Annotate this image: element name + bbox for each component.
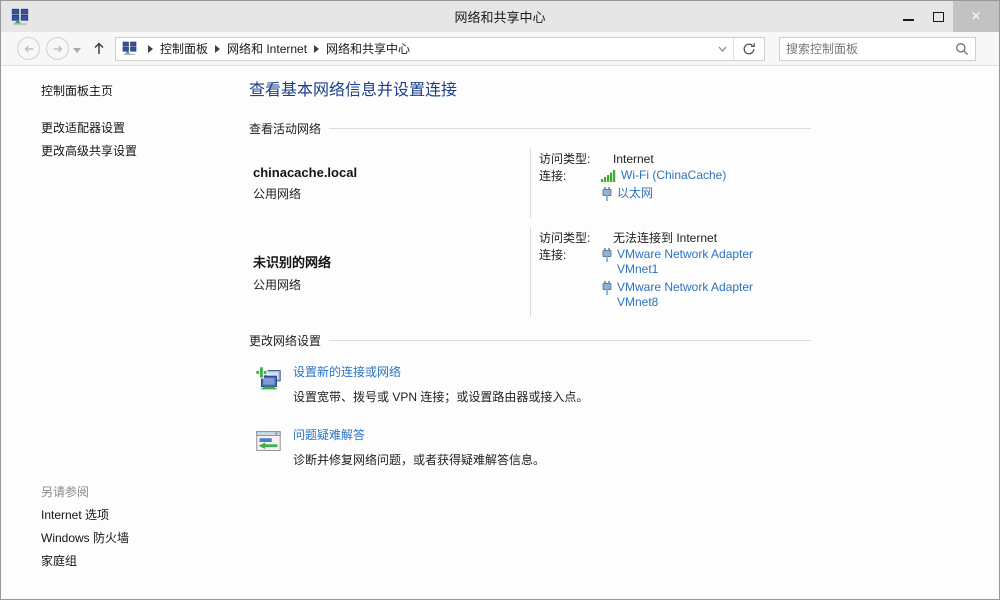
sidebar-item-homegroup[interactable]: 家庭组 xyxy=(41,550,239,573)
breadcrumb-arrow-icon xyxy=(314,45,319,53)
network-identity: chinacache.local 公用网络 xyxy=(249,148,530,218)
ethernet-icon xyxy=(601,187,613,202)
search-input[interactable] xyxy=(786,42,955,56)
minimize-button[interactable] xyxy=(893,1,923,32)
network-details: 访问类型: 无法连接到 Internet 连接: xyxy=(530,227,811,317)
sidebar: 控制面板主页 更改适配器设置 更改高级共享设置 另请参阅 Internet 选项… xyxy=(1,66,249,599)
ethernet-connection-link[interactable]: 以太网 xyxy=(617,186,653,201)
vmnet1-connection-link[interactable]: VMware Network Adapter VMnet1 xyxy=(617,247,777,277)
forward-arrow-icon xyxy=(51,42,65,56)
breadcrumb-item-network-internet[interactable]: 网络和 Internet xyxy=(227,40,307,57)
active-network-unidentified: 未识别的网络 公用网络 访问类型: 无法连接到 Internet 连接: xyxy=(249,227,811,317)
network-app-icon xyxy=(11,8,29,26)
see-also-title: 另请参阅 xyxy=(41,481,239,504)
network-location-icon xyxy=(122,41,137,56)
connections-label: 连接: xyxy=(539,168,601,202)
active-networks-section-title: 查看活动网络 xyxy=(249,120,321,137)
up-arrow-icon xyxy=(92,41,106,56)
search-box xyxy=(779,37,976,61)
connections-row: 连接: VMware Network Adapter VMnet1 xyxy=(539,247,811,310)
sidebar-item-change-advanced-sharing[interactable]: 更改高级共享设置 xyxy=(41,143,239,159)
troubleshoot-description: 诊断并修复网络问题，或者获得疑难解答信息。 xyxy=(293,451,545,468)
back-arrow-icon xyxy=(22,42,36,56)
maximize-icon xyxy=(933,12,944,22)
access-type-row: 访问类型: 无法连接到 Internet xyxy=(539,230,811,247)
ethernet-icon xyxy=(601,248,613,263)
change-settings-section-title: 更改网络设置 xyxy=(249,332,321,349)
connection-ethernet: 以太网 xyxy=(601,186,726,202)
task-troubleshoot: 问题疑难解答 诊断并修复网络问题，或者获得疑难解答信息。 xyxy=(253,427,811,468)
window-title: 网络和共享中心 xyxy=(1,7,999,26)
wifi-icon xyxy=(601,169,617,182)
connection-list: Wi-Fi (ChinaCache) 以太网 xyxy=(601,168,726,202)
breadcrumb-item-control-panel[interactable]: 控制面板 xyxy=(160,40,208,57)
new-connection-description: 设置宽带、拨号或 VPN 连接；或设置路由器或接入点。 xyxy=(293,388,588,405)
connection-vmnet8: VMware Network Adapter VMnet8 xyxy=(601,280,777,310)
sidebar-item-control-panel-home[interactable]: 控制面板主页 xyxy=(41,83,239,99)
sidebar-item-windows-firewall[interactable]: Windows 防火墙 xyxy=(41,527,239,550)
network-name: 未识别的网络 xyxy=(253,252,530,271)
refresh-icon xyxy=(742,42,756,56)
network-details: 访问类型: Internet 连接: xyxy=(530,148,811,218)
connections-row: 连接: Wi-Fi (ChinaCache) xyxy=(539,168,811,202)
change-settings-section-header: 更改网络设置 xyxy=(249,332,811,349)
wifi-connection-link[interactable]: Wi-Fi (ChinaCache) xyxy=(621,168,726,183)
see-also-section: 另请参阅 Internet 选项 Windows 防火墙 家庭组 xyxy=(41,481,239,573)
breadcrumb-arrow-icon xyxy=(215,45,220,53)
breadcrumb: 控制面板 网络和 Internet 网络和共享中心 xyxy=(141,40,711,57)
access-type-label: 访问类型: xyxy=(539,230,601,247)
access-type-label: 访问类型: xyxy=(539,151,601,168)
task-text: 设置新的连接或网络 设置宽带、拨号或 VPN 连接；或设置路由器或接入点。 xyxy=(293,364,588,405)
close-button[interactable]: × xyxy=(953,1,999,32)
address-bar[interactable]: 控制面板 网络和 Internet 网络和共享中心 xyxy=(115,37,765,61)
breadcrumb-item-network-sharing-center[interactable]: 网络和共享中心 xyxy=(326,40,410,57)
new-connection-link[interactable]: 设置新的连接或网络 xyxy=(293,365,588,380)
active-networks-section-header: 查看活动网络 xyxy=(249,120,811,137)
connection-wifi: Wi-Fi (ChinaCache) xyxy=(601,168,726,183)
network-sharing-center-window: 网络和共享中心 × xyxy=(0,0,1000,600)
task-text: 问题疑难解答 诊断并修复网络问题，或者获得疑难解答信息。 xyxy=(293,427,545,468)
window-controls: × xyxy=(893,1,999,32)
recent-pages-dropdown[interactable] xyxy=(73,40,81,58)
sidebar-item-internet-options[interactable]: Internet 选项 xyxy=(41,504,239,527)
connection-list: VMware Network Adapter VMnet1 VMware Net… xyxy=(601,247,777,310)
navigation-toolbar: 控制面板 网络和 Internet 网络和共享中心 xyxy=(1,32,999,66)
access-type-value: 无法连接到 Internet xyxy=(601,230,717,247)
refresh-button[interactable] xyxy=(734,38,764,60)
content-area: 控制面板主页 更改适配器设置 更改高级共享设置 另请参阅 Internet 选项… xyxy=(1,66,999,599)
troubleshoot-icon xyxy=(253,427,283,457)
active-network-chinacache: chinacache.local 公用网络 访问类型: Internet 连接: xyxy=(249,148,811,218)
chevron-down-icon xyxy=(73,48,81,53)
change-network-settings-section: 更改网络设置 设置新的连接或网络 设置宽带、 xyxy=(249,332,811,468)
new-connection-icon xyxy=(253,364,283,394)
network-type: 公用网络 xyxy=(253,276,530,293)
title-bar: 网络和共享中心 × xyxy=(1,1,999,32)
up-button[interactable] xyxy=(89,39,109,59)
address-dropdown-button[interactable] xyxy=(711,38,733,60)
main-panel: 查看基本网络信息并设置连接 查看活动网络 chinacache.local 公用… xyxy=(249,66,811,599)
breadcrumb-arrow-icon xyxy=(148,45,153,53)
network-identity: 未识别的网络 公用网络 xyxy=(249,227,530,317)
connections-label: 连接: xyxy=(539,247,601,310)
maximize-button[interactable] xyxy=(923,1,953,32)
task-new-connection: 设置新的连接或网络 设置宽带、拨号或 VPN 连接；或设置路由器或接入点。 xyxy=(253,364,811,405)
troubleshoot-link[interactable]: 问题疑难解答 xyxy=(293,428,545,443)
network-type: 公用网络 xyxy=(253,185,530,202)
section-divider xyxy=(329,340,811,341)
access-type-value: Internet xyxy=(601,151,654,168)
search-icon[interactable] xyxy=(955,42,969,56)
vmnet8-connection-link[interactable]: VMware Network Adapter VMnet8 xyxy=(617,280,777,310)
chevron-down-icon xyxy=(718,46,727,52)
section-divider xyxy=(329,128,811,129)
minimize-icon xyxy=(903,19,914,21)
forward-button[interactable] xyxy=(46,37,69,60)
connection-vmnet1: VMware Network Adapter VMnet1 xyxy=(601,247,777,277)
page-title: 查看基本网络信息并设置连接 xyxy=(249,76,811,100)
back-button[interactable] xyxy=(17,37,40,60)
ethernet-icon xyxy=(601,281,613,296)
access-type-row: 访问类型: Internet xyxy=(539,151,811,168)
network-name: chinacache.local xyxy=(253,165,530,180)
sidebar-item-change-adapter-settings[interactable]: 更改适配器设置 xyxy=(41,120,239,136)
